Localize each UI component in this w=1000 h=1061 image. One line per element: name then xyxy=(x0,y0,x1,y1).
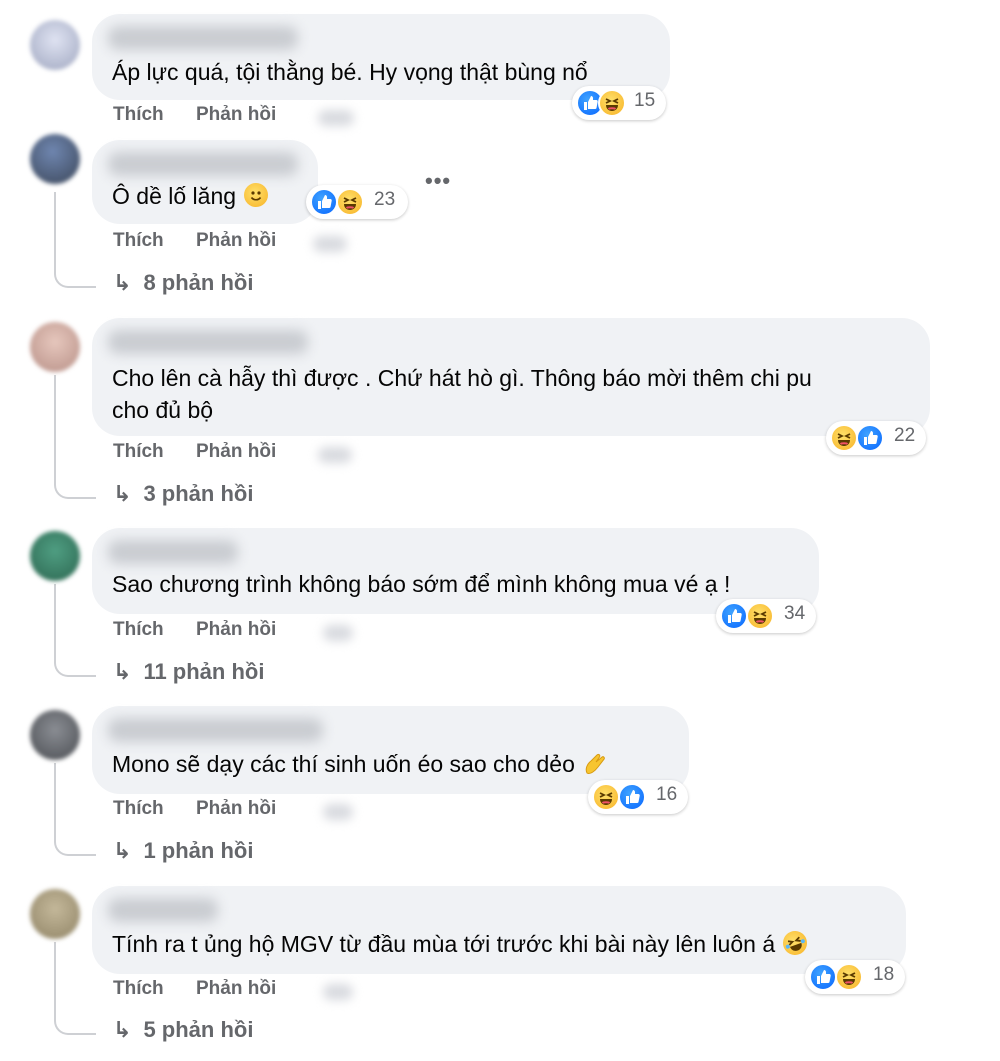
haha-reaction-icon xyxy=(830,424,858,452)
reply-arrow-icon: ↳ xyxy=(113,481,132,506)
haha-reaction-icon xyxy=(592,783,620,811)
replies-count: 11 phản hồi xyxy=(143,659,265,684)
comment-text-content: Tính ra t ủng hộ MGV từ đầu mùa tới trướ… xyxy=(112,931,776,957)
thread-line xyxy=(54,763,56,830)
comment-bubble: Áp lực quá, tội thằng bé. Hy vọng thật b… xyxy=(92,14,670,120)
view-replies-link[interactable]: ↳ 11 phản hồi xyxy=(113,659,264,685)
thread-line xyxy=(54,375,56,473)
replies-count: 5 phản hồi xyxy=(143,1017,254,1042)
reaction-count: 18 xyxy=(873,964,895,985)
timestamp[interactable] xyxy=(323,625,353,641)
avatar[interactable] xyxy=(30,134,80,184)
comment-text: Mono sẽ dạy các thí sinh uốn éo sao cho … xyxy=(112,748,607,780)
comment-bubble: Ô dề lố lăng xyxy=(92,140,318,224)
reply-arrow-icon: ↳ xyxy=(113,270,132,295)
reaction-count: 23 xyxy=(374,189,396,210)
avatar[interactable] xyxy=(30,322,80,372)
timestamp[interactable] xyxy=(313,236,347,252)
like-reaction-icon xyxy=(618,783,646,811)
haha-reaction-icon xyxy=(746,602,774,630)
comment-text-line1: Cho lên cà hẫy thì được . Chứ hát hò gì.… xyxy=(112,365,812,391)
comment-text: Áp lực quá, tội thằng bé. Hy vọng thật b… xyxy=(112,59,588,85)
like-button[interactable]: Thích xyxy=(113,441,164,463)
comment-text-content: Mono sẽ dạy các thí sinh uốn éo sao cho … xyxy=(112,751,575,777)
comment-text: Tính ra t ủng hộ MGV từ đầu mùa tới trướ… xyxy=(112,927,811,960)
like-reaction-icon xyxy=(856,424,884,452)
like-reaction-icon xyxy=(809,963,837,991)
comment-text: Ô dề lố lăng xyxy=(112,180,269,212)
thread-line xyxy=(54,584,56,651)
more-options-icon[interactable]: ••• xyxy=(425,168,451,194)
reactions-summary[interactable]: 16 xyxy=(588,780,688,814)
haha-reaction-icon xyxy=(835,963,863,991)
thread-connector xyxy=(54,651,96,677)
reply-arrow-icon: ↳ xyxy=(113,659,132,684)
reaction-count: 22 xyxy=(894,425,916,446)
like-reaction-icon xyxy=(310,188,338,216)
avatar[interactable] xyxy=(30,531,80,581)
reactions-summary[interactable]: 15 xyxy=(572,86,666,120)
like-button[interactable]: Thích xyxy=(113,798,164,820)
timestamp[interactable] xyxy=(323,984,353,1000)
reaction-count: 15 xyxy=(634,90,656,111)
comment-text: Sao chương trình không báo sớm để mình k… xyxy=(112,571,731,597)
timestamp[interactable] xyxy=(318,110,354,126)
reply-button[interactable]: Phản hồi xyxy=(196,230,276,252)
thread-connector xyxy=(54,262,96,288)
avatar[interactable] xyxy=(30,710,80,760)
avatar[interactable] xyxy=(30,889,80,939)
reply-button[interactable]: Phản hồi xyxy=(196,798,276,820)
like-button[interactable]: Thích xyxy=(113,104,164,126)
timestamp[interactable] xyxy=(318,447,352,463)
comment-text-line2: cho đủ bộ xyxy=(112,397,214,423)
author-name[interactable] xyxy=(108,718,323,742)
author-name[interactable] xyxy=(108,26,298,50)
like-button[interactable]: Thích xyxy=(113,230,164,252)
comment-bubble: Sao chương trình không báo sớm để mình k… xyxy=(92,528,819,614)
author-name[interactable] xyxy=(108,152,298,176)
avatar[interactable] xyxy=(30,20,80,70)
like-button[interactable]: Thích xyxy=(113,619,164,641)
reply-arrow-icon: ↳ xyxy=(113,1017,132,1042)
haha-reaction-icon xyxy=(598,89,626,117)
reactions-summary[interactable]: 18 xyxy=(805,960,905,994)
like-reaction-icon xyxy=(720,602,748,630)
thread-line xyxy=(54,192,56,262)
view-replies-link[interactable]: ↳ 1 phản hồi xyxy=(113,838,253,864)
haha-reaction-icon xyxy=(336,188,364,216)
view-replies-link[interactable]: ↳ 3 phản hồi xyxy=(113,481,253,507)
reactions-summary[interactable]: 22 xyxy=(826,421,926,455)
reactions-summary[interactable]: 23 xyxy=(306,185,408,219)
reactions-summary[interactable]: 34 xyxy=(716,599,816,633)
replies-count: 1 phản hồi xyxy=(143,838,254,863)
reply-arrow-icon: ↳ xyxy=(113,838,132,863)
rolling-laughing-emoji-icon xyxy=(779,927,811,959)
smile-emoji-icon xyxy=(244,183,269,207)
thread-connector xyxy=(54,1009,96,1035)
comment-text-content: Ô dề lố lăng xyxy=(112,183,237,209)
author-name[interactable] xyxy=(108,898,218,922)
reply-button[interactable]: Phản hồi xyxy=(196,104,276,126)
reply-button[interactable]: Phản hồi xyxy=(196,441,276,463)
timestamp[interactable] xyxy=(323,804,353,820)
reaction-count: 34 xyxy=(784,603,806,624)
author-name[interactable] xyxy=(108,330,308,354)
reaction-count: 16 xyxy=(656,784,678,805)
reply-button[interactable]: Phản hồi xyxy=(196,619,276,641)
view-replies-link[interactable]: ↳ 8 phản hồi xyxy=(113,270,253,296)
comment-bubble: Cho lên cà hẫy thì được . Chứ hát hò gì.… xyxy=(92,318,930,436)
like-button[interactable]: Thích xyxy=(113,978,164,1000)
comment-bubble: Tính ra t ủng hộ MGV từ đầu mùa tới trướ… xyxy=(92,886,906,974)
thread-line xyxy=(54,942,56,1009)
pinching-hand-emoji-icon xyxy=(583,751,607,775)
thread-connector xyxy=(54,473,96,499)
reply-button[interactable]: Phản hồi xyxy=(196,978,276,1000)
view-replies-link[interactable]: ↳ 5 phản hồi xyxy=(113,1017,253,1043)
author-name[interactable] xyxy=(108,540,238,564)
replies-count: 3 phản hồi xyxy=(143,481,254,506)
replies-count: 8 phản hồi xyxy=(143,270,254,295)
thread-connector xyxy=(54,830,96,856)
